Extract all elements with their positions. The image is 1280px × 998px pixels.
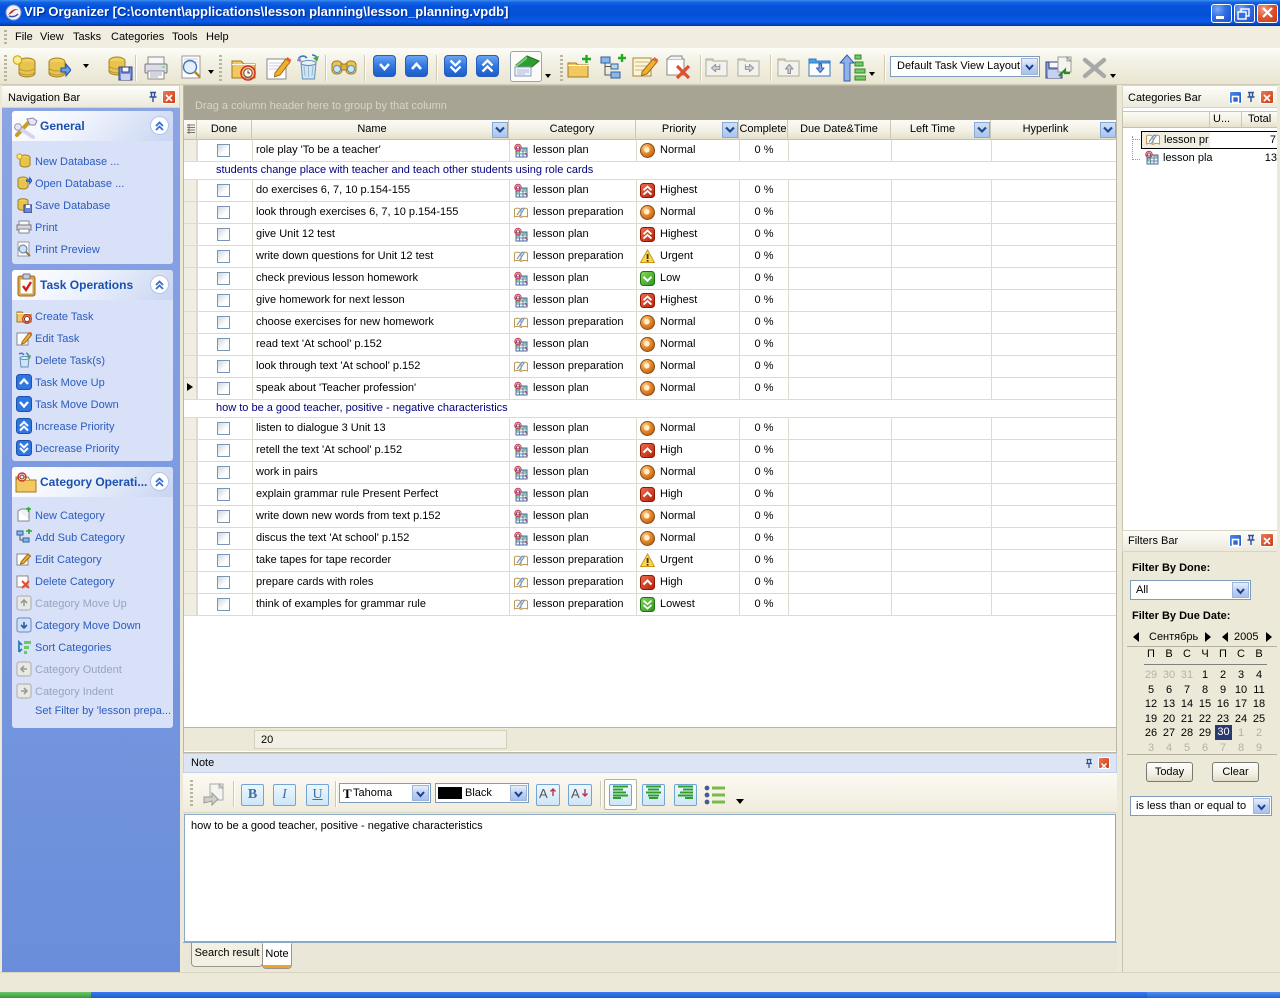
svg-text:A: A <box>539 786 548 801</box>
svg-text:A: A <box>571 786 580 801</box>
